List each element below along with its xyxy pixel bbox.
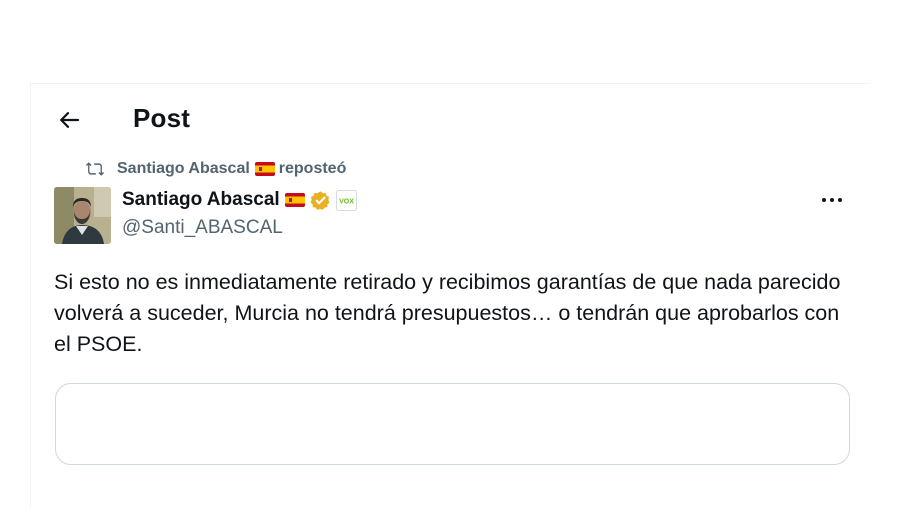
post-panel: Post Santiago Abascal reposteó Santiago … <box>30 83 871 508</box>
spain-flag-icon <box>284 193 305 207</box>
vox-affiliate-icon[interactable]: VOX <box>335 189 357 211</box>
repost-user[interactable]: Santiago Abascal <box>117 160 250 178</box>
author-row: Santiago Abascal VOX <box>122 187 362 213</box>
avatar[interactable] <box>54 187 111 244</box>
media-card[interactable] <box>55 383 850 465</box>
repost-indicator: Santiago Abascal reposteó <box>85 158 346 180</box>
verified-badge-icon[interactable] <box>310 190 331 211</box>
author-handle[interactable]: @Santi_ABASCAL <box>122 217 283 239</box>
repost-action: reposteó <box>278 160 347 177</box>
post-text: Si esto no es inmediatamente retirado y … <box>54 270 841 356</box>
more-horizontal-icon <box>822 198 842 202</box>
spain-flag-icon <box>254 162 275 176</box>
post-header: Post <box>31 84 871 156</box>
back-button[interactable] <box>49 100 89 140</box>
page-title: Post <box>133 103 191 133</box>
more-button[interactable] <box>815 188 849 212</box>
author-name[interactable]: Santiago Abascal <box>122 189 280 211</box>
repost-icon <box>85 162 105 176</box>
vox-affiliate-text: VOX <box>339 198 354 205</box>
arrow-left-icon <box>60 112 80 128</box>
